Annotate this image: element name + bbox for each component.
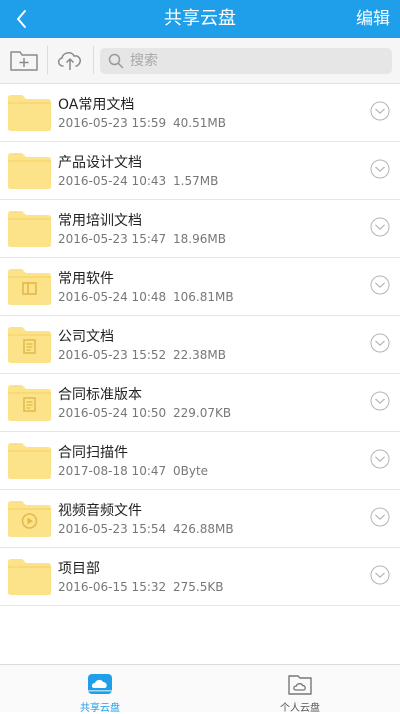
file-row[interactable]: 常用软件 2016-05-24 10:48 106.81MB	[0, 258, 400, 316]
tab-label: 共享云盘	[80, 703, 120, 714]
file-size: 18.96MB	[173, 232, 226, 246]
folder-icon	[8, 153, 51, 189]
toolbar	[0, 38, 400, 84]
chevron-down-icon[interactable]	[370, 333, 390, 353]
file-date: 2016-06-15 15:32	[58, 580, 167, 594]
file-date: 2016-05-23 15:54	[58, 522, 167, 536]
file-row[interactable]: 合同扫描件 2017-08-18 10:47 0Byte	[0, 432, 400, 490]
chevron-down-icon[interactable]	[370, 159, 390, 179]
file-size: 40.51MB	[173, 116, 226, 130]
tab-shared-cloud-disk[interactable]: 共享云盘	[0, 665, 200, 714]
file-name: 产品设计文档	[58, 155, 142, 171]
chevron-down-icon[interactable]	[370, 101, 390, 121]
file-size: 229.07KB	[173, 406, 232, 420]
file-date: 2016-05-24 10:48	[58, 290, 167, 304]
folder-document-icon	[8, 385, 51, 421]
file-list: OA常用文档 2016-05-23 15:59 40.51MB 产品设计文档 2…	[0, 84, 400, 606]
file-name: 合同标准版本	[58, 387, 142, 403]
shared-cloud-disk-icon	[88, 674, 112, 694]
bottom-nav: 共享云盘 个人云盘	[0, 664, 400, 714]
folder-document-icon	[8, 327, 51, 363]
chevron-down-icon[interactable]	[370, 449, 390, 469]
new-folder-icon[interactable]	[8, 46, 40, 74]
file-name: OA常用文档	[58, 97, 135, 113]
file-size: 1.57MB	[173, 174, 219, 188]
file-date: 2016-05-23 15:52	[58, 348, 167, 362]
folder-app-icon	[8, 269, 51, 305]
page-title: 共享云盘	[164, 8, 236, 29]
file-name: 项目部	[58, 561, 100, 577]
search-icon	[108, 53, 124, 69]
file-row[interactable]: OA常用文档 2016-05-23 15:59 40.51MB	[0, 84, 400, 142]
top-bar: 共享云盘 编辑	[0, 0, 400, 38]
file-name: 视频音频文件	[58, 503, 142, 519]
chevron-down-icon[interactable]	[370, 217, 390, 237]
file-date: 2016-05-23 15:47	[58, 232, 167, 246]
file-size: 106.81MB	[173, 290, 234, 304]
folder-icon	[8, 95, 51, 131]
file-row[interactable]: 项目部 2016-06-15 15:32 275.5KB	[0, 548, 400, 606]
file-size: 426.88MB	[173, 522, 234, 536]
file-size: 0Byte	[173, 464, 209, 478]
chevron-down-icon[interactable]	[370, 275, 390, 295]
chevron-down-icon[interactable]	[370, 391, 390, 411]
file-row[interactable]: 视频音频文件 2016-05-23 15:54 426.88MB	[0, 490, 400, 548]
file-row[interactable]: 合同标准版本 2016-05-24 10:50 229.07KB	[0, 374, 400, 432]
file-row[interactable]: 常用培训文档 2016-05-23 15:47 18.96MB	[0, 200, 400, 258]
toolbar-divider	[93, 46, 94, 74]
personal-cloud-disk-icon	[288, 675, 312, 695]
folder-icon	[8, 559, 51, 595]
file-size: 275.5KB	[173, 580, 224, 594]
search-input[interactable]	[130, 48, 380, 74]
tab-personal-cloud-disk[interactable]: 个人云盘	[200, 665, 400, 714]
toolbar-divider	[47, 46, 48, 74]
file-date: 2017-08-18 10:47	[58, 464, 167, 478]
file-date: 2016-05-23 15:59	[58, 116, 167, 130]
file-size: 22.38MB	[173, 348, 226, 362]
edit-button[interactable]: 编辑	[356, 0, 390, 38]
file-date: 2016-05-24 10:50	[58, 406, 167, 420]
folder-icon	[8, 443, 51, 479]
folder-video-icon	[8, 501, 51, 537]
file-name: 合同扫描件	[58, 445, 128, 461]
file-date: 2016-05-24 10:43	[58, 174, 167, 188]
file-name: 常用培训文档	[58, 213, 142, 229]
folder-icon	[8, 211, 51, 247]
file-name: 公司文档	[58, 329, 114, 345]
chevron-down-icon[interactable]	[370, 565, 390, 585]
search-box[interactable]	[100, 48, 392, 74]
cloud-upload-icon[interactable]	[54, 46, 86, 74]
chevron-down-icon[interactable]	[370, 507, 390, 527]
file-row[interactable]: 公司文档 2016-05-23 15:52 22.38MB	[0, 316, 400, 374]
tab-label: 个人云盘	[280, 703, 320, 714]
file-row[interactable]: 产品设计文档 2016-05-24 10:43 1.57MB	[0, 142, 400, 200]
file-name: 常用软件	[58, 271, 114, 287]
